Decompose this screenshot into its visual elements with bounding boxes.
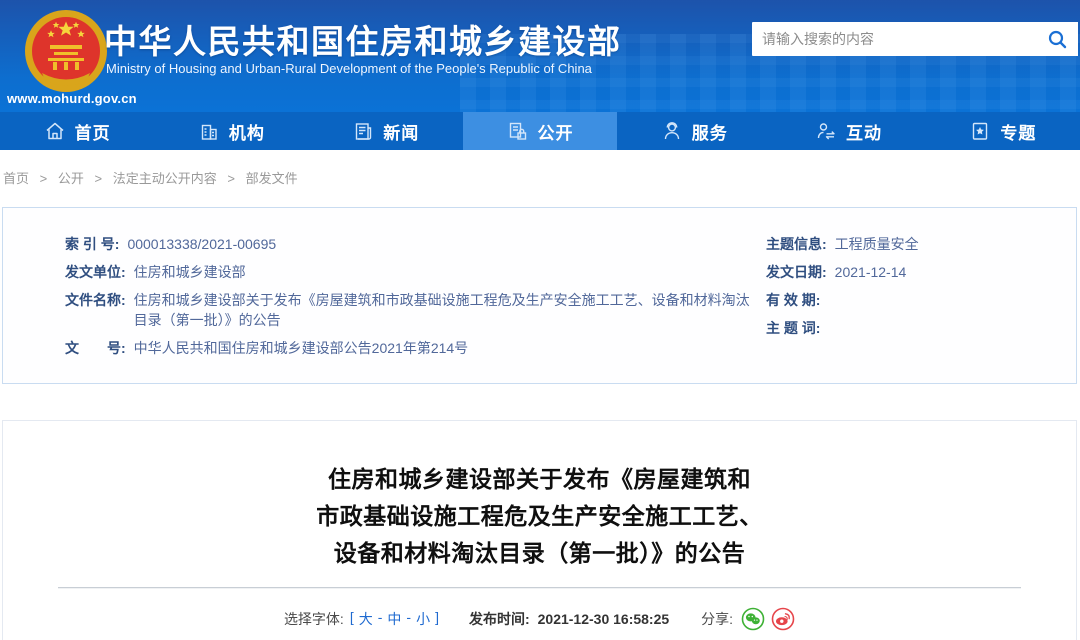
info-row-document-name: 文件名称: 住房和城乡建设部关于发布《房屋建筑和市政基础设施工程危及生产安全施工… xyxy=(65,290,750,330)
info-label: 主 题 词: xyxy=(766,318,820,338)
publish-time-value: 2021-12-30 16:58:25 xyxy=(538,611,670,627)
document-lock-icon xyxy=(506,120,528,142)
page: www.mohurd.gov.cn 中华人民共和国住房和城乡建设部 Minist… xyxy=(0,0,1080,640)
info-row-document-number: 文 号: 中华人民共和国住房和城乡建设部公告2021年第214号 xyxy=(65,338,750,358)
home-icon xyxy=(44,120,66,142)
nav-tab-organization[interactable]: 机构 xyxy=(154,112,308,150)
wechat-icon xyxy=(741,607,765,631)
nav-tab-label: 服务 xyxy=(692,119,728,144)
nav-tab-news[interactable]: 新闻 xyxy=(309,112,463,150)
info-label: 发文单位: xyxy=(65,262,126,282)
info-row-topic-info: 主题信息: 工程质量安全 xyxy=(766,234,1066,254)
site-url: www.mohurd.gov.cn xyxy=(7,91,137,106)
font-size-selector: [ 大 - 中 - 小 ] xyxy=(350,609,439,629)
site-header: www.mohurd.gov.cn 中华人民共和国住房和城乡建设部 Minist… xyxy=(0,0,1080,112)
font-select-label: 选择字体: xyxy=(284,609,344,629)
info-left-column: 索 引 号: 000013338/2021-00695 发文单位: 住房和城乡建… xyxy=(65,234,750,366)
weibo-icon xyxy=(771,607,795,631)
font-size-dash: - xyxy=(378,609,383,629)
national-emblem-icon xyxy=(20,7,112,97)
nav-tab-label: 公开 xyxy=(537,119,573,144)
bracket-open: [ xyxy=(350,609,354,629)
nav-tab-services[interactable]: 服务 xyxy=(617,112,771,150)
breadcrumb-separator: > xyxy=(40,171,48,186)
nav-tab-label: 专题 xyxy=(1000,119,1036,144)
breadcrumb-statutory-content[interactable]: 法定主动公开内容 xyxy=(113,171,217,186)
bracket-close: ] xyxy=(435,609,439,629)
nav-tab-disclosure[interactable]: 公开 xyxy=(463,112,617,150)
share-weibo-button[interactable] xyxy=(771,607,795,631)
search-icon xyxy=(1047,29,1068,50)
publish-time-label: 发布时间: xyxy=(469,609,530,629)
font-size-dash: - xyxy=(406,609,411,629)
article-title-line: 设备和材料淘汰目录（第一批）》的公告 xyxy=(3,535,1076,572)
info-right-column: 主题信息: 工程质量安全 发文日期: 2021-12-14 有 效 期: 主 题… xyxy=(766,234,1066,346)
info-label: 发文日期: xyxy=(766,262,827,282)
site-subtitle-en: Ministry of Housing and Urban-Rural Deve… xyxy=(106,61,592,76)
search-box xyxy=(752,22,1078,56)
org-building-icon xyxy=(198,120,220,142)
nav-tab-label: 新闻 xyxy=(383,119,419,144)
share-buttons xyxy=(741,607,795,631)
info-row-keywords: 主 题 词: xyxy=(766,318,1066,338)
nav-tab-topics[interactable]: 专题 xyxy=(926,112,1080,150)
search-button[interactable] xyxy=(1036,22,1078,56)
font-size-small[interactable]: 小 xyxy=(416,609,430,629)
breadcrumb: 首页 > 公开 > 法定主动公开内容 > 部发文件 xyxy=(3,168,298,187)
info-row-issuing-unit: 发文单位: 住房和城乡建设部 xyxy=(65,262,750,282)
info-label: 主题信息: xyxy=(766,234,827,254)
nav-tab-label: 互动 xyxy=(846,119,882,144)
info-value: 住房和城乡建设部关于发布《房屋建筑和市政基础设施工程危及生产安全施工工艺、设备和… xyxy=(134,290,750,330)
info-label: 文 号: xyxy=(65,338,126,358)
star-badge-icon xyxy=(969,120,991,142)
info-value: 2021-12-14 xyxy=(835,262,907,282)
info-row-validity: 有 效 期: xyxy=(766,290,1066,310)
document-info-box: 索 引 号: 000013338/2021-00695 发文单位: 住房和城乡建… xyxy=(2,207,1077,384)
article-meta-bar: 选择字体: [ 大 - 中 - 小 ] 发布时间: 2021-12-30 16:… xyxy=(3,607,1076,631)
info-value: 000013338/2021-00695 xyxy=(127,234,276,254)
share-label: 分享: xyxy=(701,609,733,629)
info-row-issue-date: 发文日期: 2021-12-14 xyxy=(766,262,1066,282)
info-label: 有 效 期: xyxy=(766,290,820,310)
article-box: 住房和城乡建设部关于发布《房屋建筑和 市政基础设施工程危及生产安全施工工艺、 设… xyxy=(2,420,1077,640)
service-person-icon xyxy=(661,120,683,142)
info-value: 工程质量安全 xyxy=(835,234,919,254)
breadcrumb-separator: > xyxy=(227,171,235,186)
breadcrumb-home[interactable]: 首页 xyxy=(3,171,29,186)
nav-tab-label: 首页 xyxy=(75,119,111,144)
nav-tab-interaction[interactable]: 互动 xyxy=(771,112,925,150)
nav-tab-label: 机构 xyxy=(229,119,265,144)
font-size-large[interactable]: 大 xyxy=(359,609,373,629)
info-label: 文件名称: xyxy=(65,290,126,310)
article-title-line: 市政基础设施工程危及生产安全施工工艺、 xyxy=(3,498,1076,535)
info-value: 中华人民共和国住房和城乡建设部公告2021年第214号 xyxy=(134,338,469,358)
interaction-person-arrows-icon xyxy=(815,120,837,142)
font-size-medium[interactable]: 中 xyxy=(387,609,401,629)
info-label: 索 引 号: xyxy=(65,234,119,254)
breadcrumb-ministry-documents[interactable]: 部发文件 xyxy=(246,171,298,186)
search-input[interactable] xyxy=(752,22,1036,56)
info-value: 住房和城乡建设部 xyxy=(134,262,246,282)
main-nav: 首页 机构 新闻 公开 xyxy=(0,112,1080,150)
breadcrumb-disclosure[interactable]: 公开 xyxy=(58,171,84,186)
site-title: 中华人民共和国住房和城乡建设部 xyxy=(104,15,622,63)
title-divider xyxy=(58,587,1021,589)
article-title: 住房和城乡建设部关于发布《房屋建筑和 市政基础设施工程危及生产安全施工工艺、 设… xyxy=(3,421,1076,572)
nav-tab-home[interactable]: 首页 xyxy=(0,112,154,150)
info-row-index-number: 索 引 号: 000013338/2021-00695 xyxy=(65,234,750,254)
share-wechat-button[interactable] xyxy=(741,607,765,631)
news-icon xyxy=(352,120,374,142)
article-title-line: 住房和城乡建设部关于发布《房屋建筑和 xyxy=(3,461,1076,498)
breadcrumb-separator: > xyxy=(95,171,103,186)
